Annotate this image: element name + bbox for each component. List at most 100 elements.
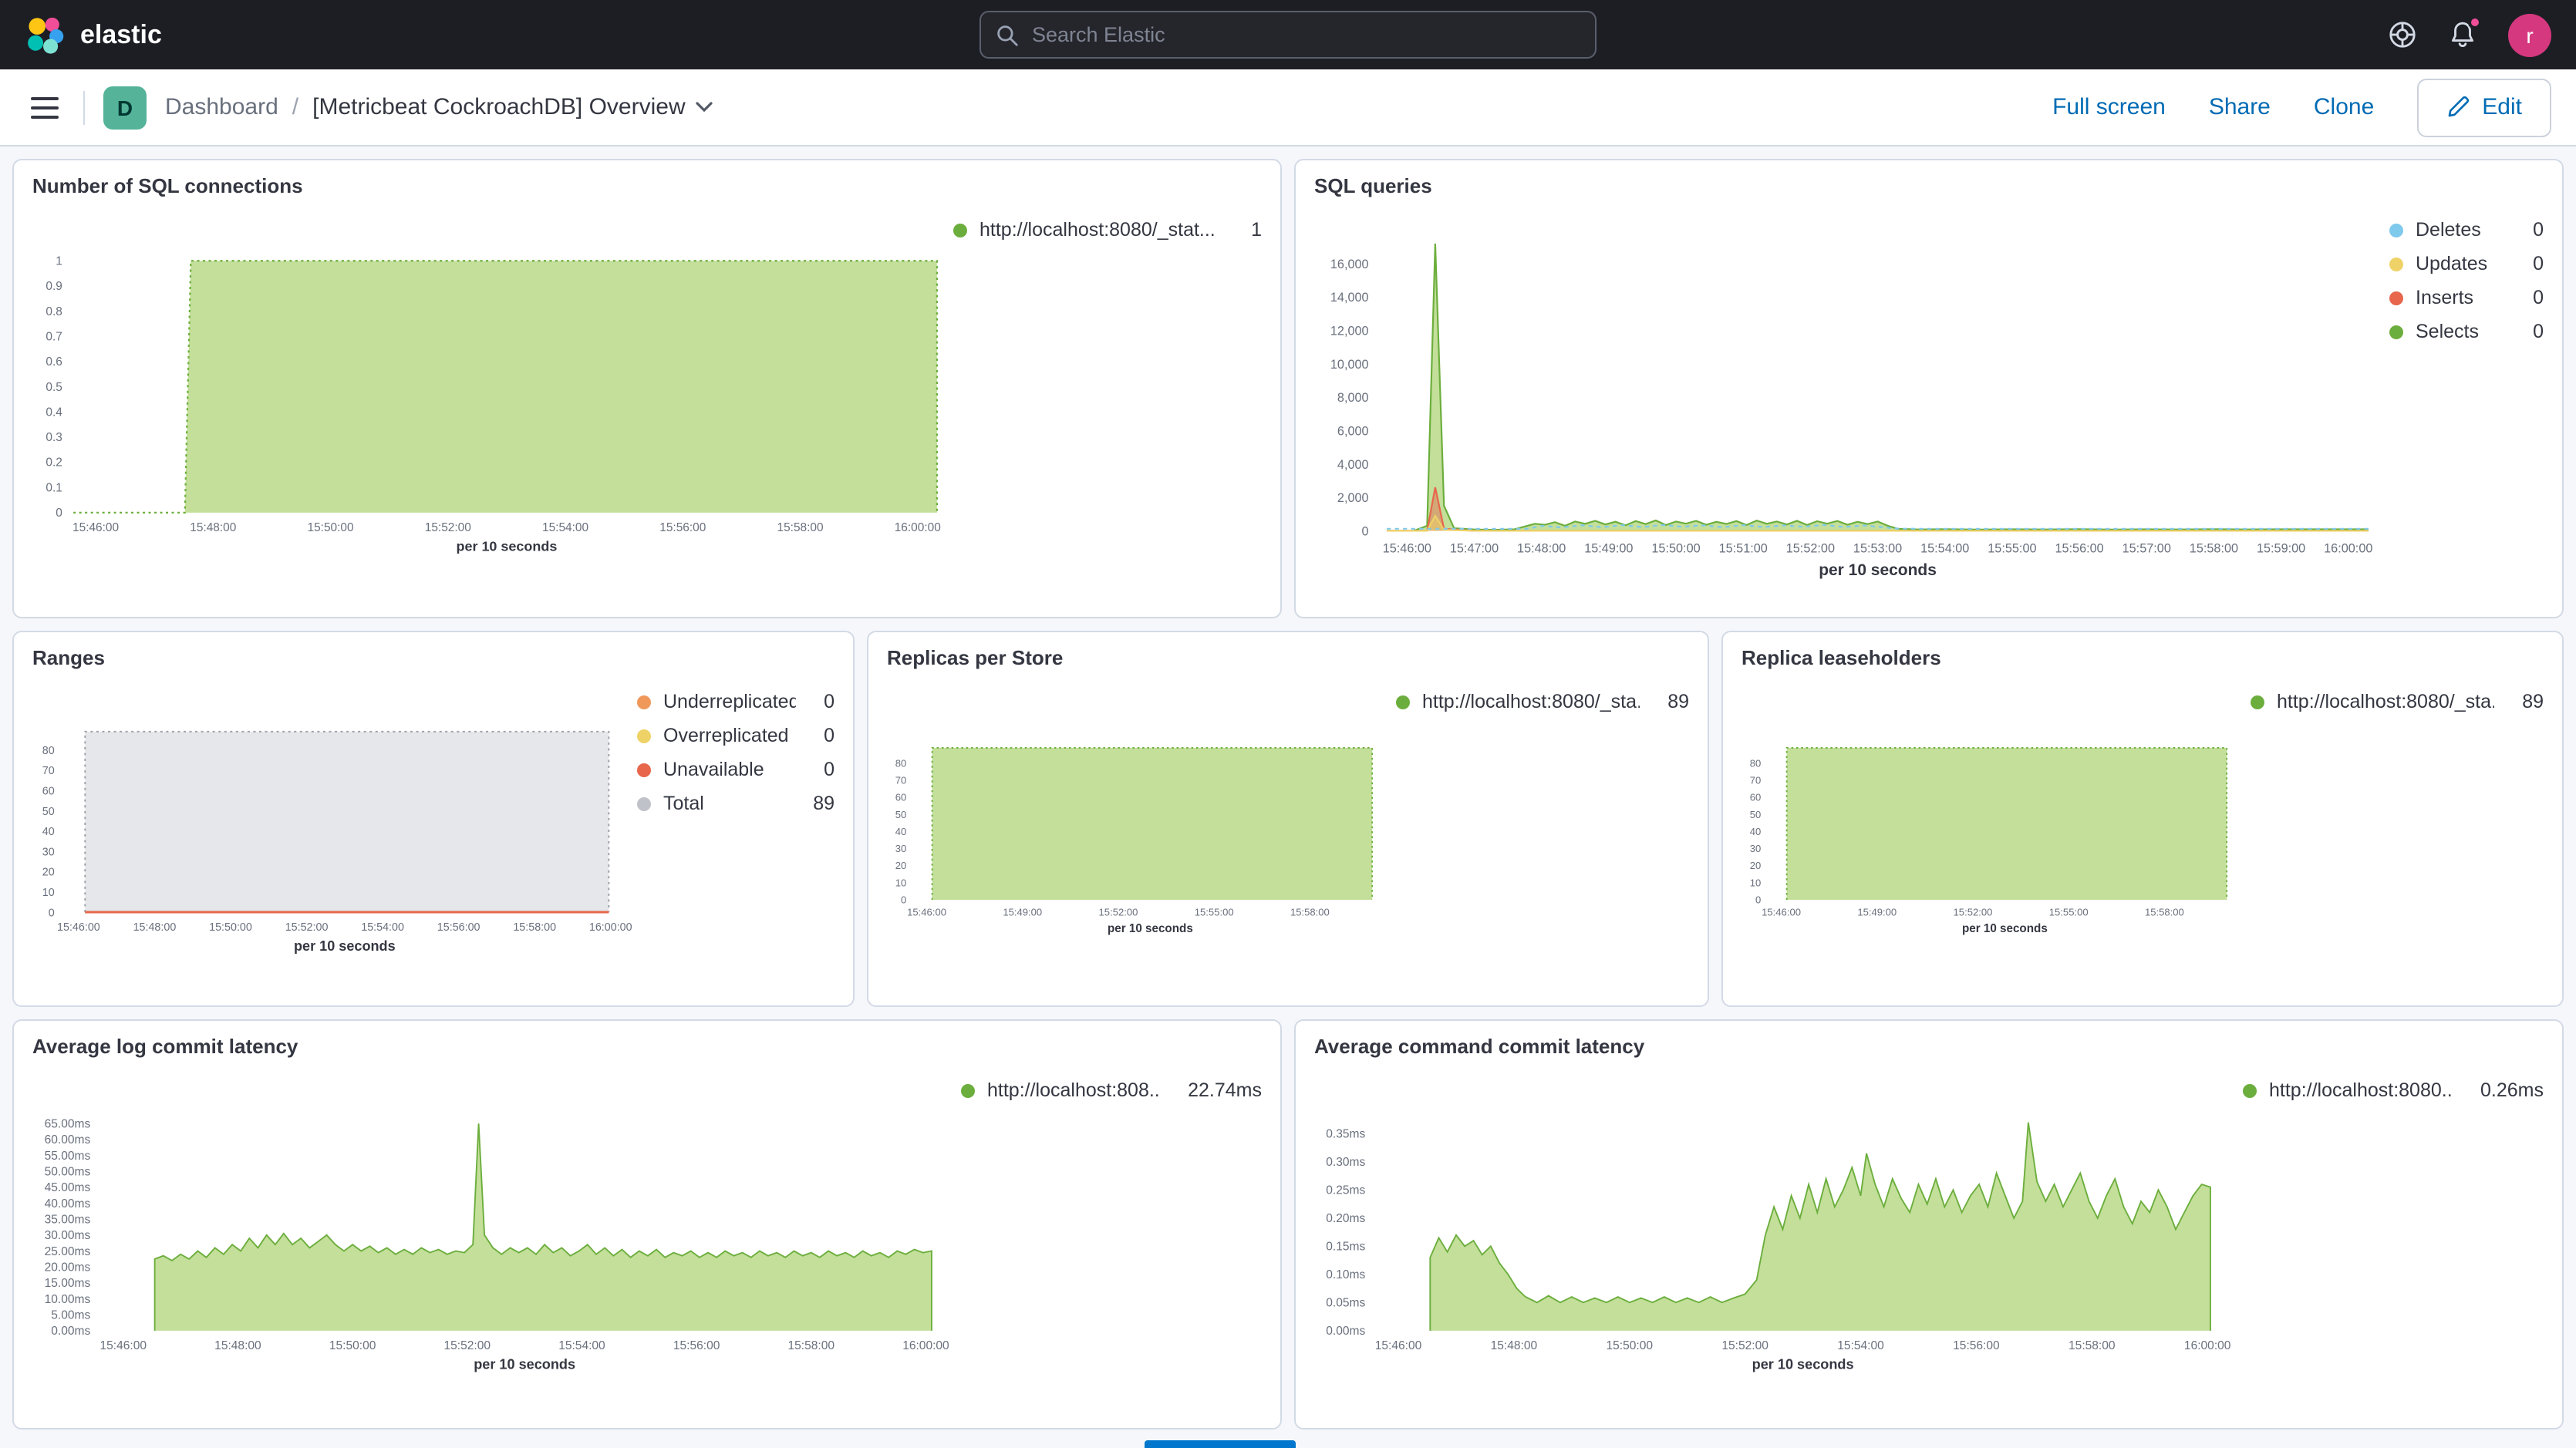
- clone-button[interactable]: Clone: [2314, 94, 2374, 120]
- legend-item[interactable]: Total89: [637, 793, 835, 814]
- svg-text:70: 70: [1750, 774, 1762, 786]
- svg-text:10,000: 10,000: [1330, 358, 1369, 372]
- series-color-dot: [637, 763, 651, 776]
- svg-text:12,000: 12,000: [1330, 325, 1369, 338]
- svg-text:per 10 seconds: per 10 seconds: [474, 1357, 575, 1372]
- svg-text:0.35ms: 0.35ms: [1326, 1128, 1365, 1141]
- svg-text:15:54:00: 15:54:00: [542, 521, 588, 534]
- svg-text:30: 30: [895, 843, 907, 854]
- svg-text:15:48:00: 15:48:00: [214, 1339, 261, 1352]
- area-chart-leaseholders[interactable]: 0102030405060708015:46:0015:49:0015:52:0…: [1741, 669, 2251, 999]
- legend-item[interactable]: Deletes0: [2389, 219, 2544, 241]
- svg-text:15:48:00: 15:48:00: [1491, 1339, 1538, 1352]
- series-color-dot: [2243, 1083, 2257, 1097]
- global-header: elastic: [0, 0, 2576, 69]
- svg-text:15:58:00: 15:58:00: [2069, 1339, 2116, 1352]
- panel-sql-queries: SQL queries 02,0004,0006,0008,00010,0001…: [1294, 159, 2564, 618]
- svg-text:10: 10: [1750, 877, 1762, 888]
- panel-title[interactable]: Number of SQL connections: [32, 174, 1262, 197]
- series-value: 89: [2507, 691, 2544, 712]
- legend-item[interactable]: Selects0: [2389, 321, 2544, 342]
- legend-item[interactable]: http://localhost:8080/_sta...89: [2251, 691, 2544, 712]
- header-actions: r: [2388, 13, 2551, 56]
- svg-text:40: 40: [42, 826, 55, 838]
- nav-menu-button[interactable]: [25, 90, 65, 124]
- legend-item[interactable]: http://localhost:8080/_stat...1: [953, 219, 1262, 241]
- svg-text:1: 1: [56, 254, 62, 268]
- svg-text:0: 0: [1755, 894, 1761, 905]
- global-search[interactable]: [979, 11, 1597, 59]
- search-input[interactable]: [1032, 23, 1580, 46]
- area-chart-log-latency[interactable]: 0.00ms5.00ms10.00ms15.00ms20.00ms25.00ms…: [32, 1058, 961, 1422]
- svg-text:15:54:00: 15:54:00: [361, 921, 404, 934]
- svg-text:30: 30: [42, 846, 55, 858]
- svg-text:15:59:00: 15:59:00: [2257, 541, 2305, 555]
- full-screen-button[interactable]: Full screen: [2052, 94, 2166, 120]
- panel-sql-connections: Number of SQL connections 00.10.20.30.40…: [12, 159, 1282, 618]
- svg-text:15:49:00: 15:49:00: [1584, 541, 1633, 555]
- area-chart-sql-queries[interactable]: 02,0004,0006,0008,00010,00012,00014,0001…: [1314, 197, 2389, 611]
- breadcrumb: Dashboard / [Metricbeat CockroachDB] Ove…: [165, 94, 713, 120]
- area-chart-sql-connections[interactable]: 00.10.20.30.40.50.60.70.80.9115:46:0015:…: [32, 197, 953, 611]
- panel-title[interactable]: Average log commit latency: [32, 1035, 1262, 1058]
- legend-item[interactable]: Updates0: [2389, 253, 2544, 274]
- svg-text:16:00:00: 16:00:00: [902, 1339, 949, 1352]
- partial-panel-peek: [1145, 1440, 1296, 1448]
- svg-text:80: 80: [895, 757, 907, 769]
- svg-text:15:58:00: 15:58:00: [788, 1339, 835, 1352]
- legend-item[interactable]: http://localhost:8080/_sta...89: [1396, 691, 1689, 712]
- legend-item[interactable]: Inserts0: [2389, 287, 2544, 308]
- legend-item[interactable]: Underreplicated0: [637, 691, 835, 712]
- svg-text:15.00ms: 15.00ms: [45, 1277, 91, 1290]
- svg-text:15:52:00: 15:52:00: [285, 921, 329, 934]
- series-value: 0: [808, 759, 835, 780]
- svg-text:15:55:00: 15:55:00: [2049, 906, 2089, 918]
- svg-text:15:50:00: 15:50:00: [1607, 1339, 1654, 1352]
- series-label: http://localhost:8080/_stat...: [979, 219, 1216, 241]
- svg-text:15:58:00: 15:58:00: [2190, 541, 2238, 555]
- svg-text:15:57:00: 15:57:00: [2123, 541, 2171, 555]
- svg-text:15:56:00: 15:56:00: [673, 1339, 720, 1352]
- user-avatar[interactable]: r: [2508, 13, 2551, 56]
- svg-text:2,000: 2,000: [1337, 491, 1369, 505]
- svg-text:0.5: 0.5: [46, 381, 62, 394]
- elastic-home-link[interactable]: elastic: [25, 15, 162, 55]
- svg-text:15:50:00: 15:50:00: [308, 521, 354, 534]
- svg-text:15:56:00: 15:56:00: [2055, 541, 2103, 555]
- panel-title[interactable]: Ranges: [32, 646, 835, 669]
- chevron-down-icon: [696, 102, 713, 113]
- svg-text:15:54:00: 15:54:00: [558, 1339, 605, 1352]
- share-button[interactable]: Share: [2209, 94, 2271, 120]
- svg-text:20: 20: [895, 860, 907, 871]
- svg-text:0.6: 0.6: [46, 355, 62, 369]
- panel-title[interactable]: Replicas per Store: [887, 646, 1689, 669]
- breadcrumb-current[interactable]: [Metricbeat CockroachDB] Overview: [312, 94, 713, 120]
- chart-legend: Underreplicated0Overreplicated0Unavailab…: [637, 669, 835, 999]
- edit-button[interactable]: Edit: [2417, 78, 2551, 136]
- svg-text:per 10 seconds: per 10 seconds: [456, 538, 557, 554]
- help-button[interactable]: [2388, 20, 2417, 49]
- svg-text:0.7: 0.7: [46, 330, 62, 343]
- svg-text:0.30ms: 0.30ms: [1326, 1156, 1365, 1169]
- series-label: Overreplicated: [663, 725, 789, 746]
- panel-title[interactable]: Replica leaseholders: [1741, 646, 2544, 669]
- panel-title[interactable]: Average command commit latency: [1314, 1035, 2544, 1058]
- dashboard-title: [Metricbeat CockroachDB] Overview: [312, 94, 686, 120]
- legend-item[interactable]: http://localhost:808...22.74ms: [961, 1079, 1262, 1101]
- space-switcher[interactable]: D: [103, 86, 147, 129]
- breadcrumb-dashboard[interactable]: Dashboard: [165, 94, 278, 120]
- legend-item[interactable]: Unavailable0: [637, 759, 835, 780]
- area-chart-replicas[interactable]: 0102030405060708015:46:0015:49:0015:52:0…: [887, 669, 1396, 999]
- svg-text:16,000: 16,000: [1330, 258, 1369, 271]
- pencil-icon: [2446, 96, 2470, 119]
- legend-item[interactable]: http://localhost:8080...0.26ms: [2243, 1079, 2544, 1101]
- area-chart-command-latency[interactable]: 0.00ms0.05ms0.10ms0.15ms0.20ms0.25ms0.30…: [1314, 1058, 2243, 1422]
- alerts-button[interactable]: [2448, 20, 2477, 49]
- panel-title[interactable]: SQL queries: [1314, 174, 2544, 197]
- edit-button-label: Edit: [2482, 94, 2522, 120]
- svg-text:per 10 seconds: per 10 seconds: [1752, 1357, 1854, 1372]
- area-chart-ranges[interactable]: 0102030405060708015:46:0015:48:0015:50:0…: [32, 669, 637, 999]
- svg-text:15:54:00: 15:54:00: [1837, 1339, 1884, 1352]
- legend-item[interactable]: Overreplicated0: [637, 725, 835, 746]
- svg-text:15:52:00: 15:52:00: [444, 1339, 491, 1352]
